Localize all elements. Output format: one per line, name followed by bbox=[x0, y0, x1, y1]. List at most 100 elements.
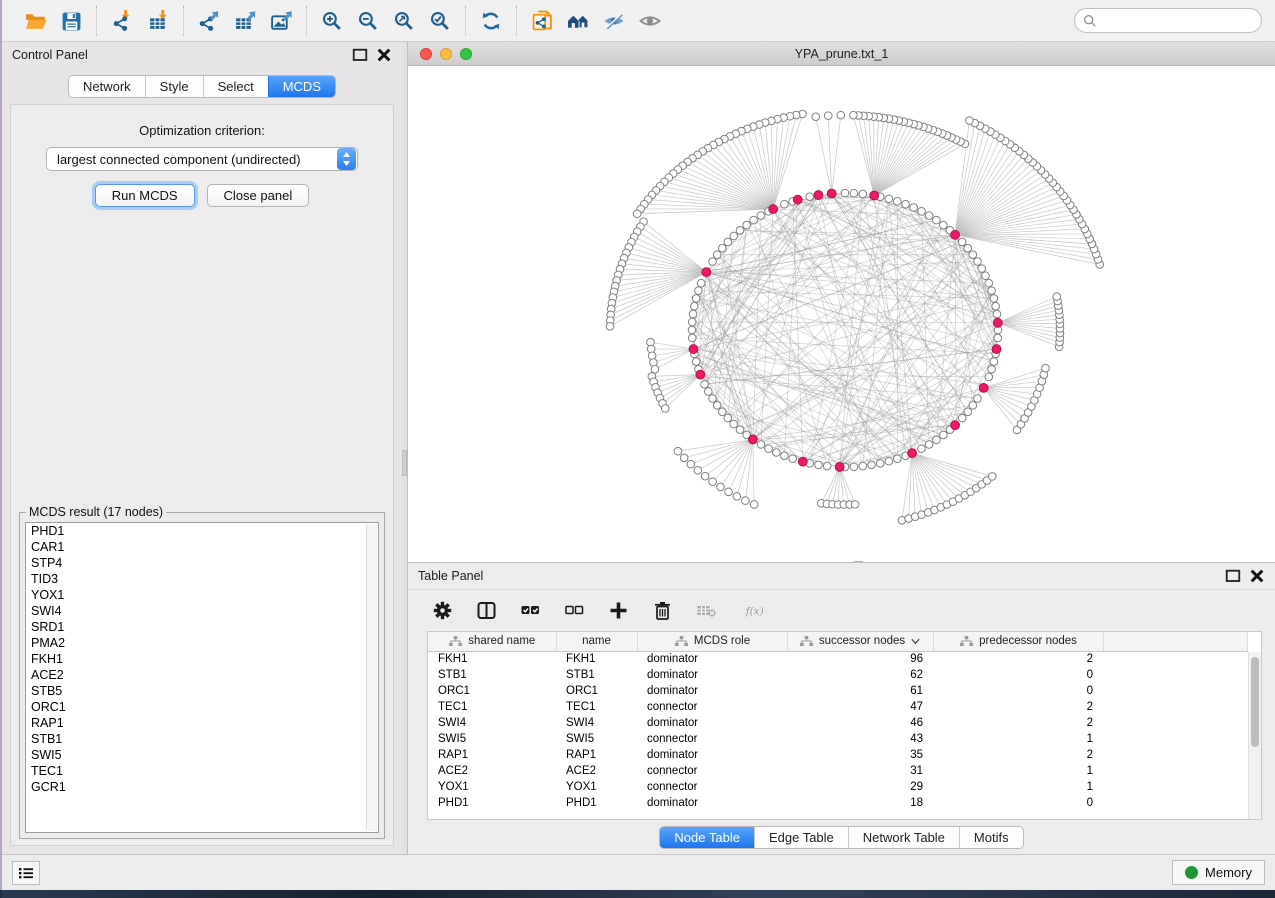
table-row[interactable]: PHD1PHD1dominator180 bbox=[428, 795, 1248, 811]
delete-table-button bbox=[694, 599, 718, 623]
table-row[interactable]: SWI4SWI4dominator462 bbox=[428, 715, 1248, 731]
mcds-node-item[interactable]: FKH1 bbox=[26, 651, 378, 667]
search-box[interactable] bbox=[1074, 8, 1262, 33]
first-neighbors-button[interactable] bbox=[563, 7, 593, 35]
close-panel-button[interactable]: Close panel bbox=[207, 184, 310, 207]
tab-mcds[interactable]: MCDS bbox=[268, 76, 335, 97]
tab-style[interactable]: Style bbox=[145, 76, 203, 97]
network-canvas[interactable] bbox=[408, 66, 1275, 562]
zoom-fit-button[interactable] bbox=[389, 7, 419, 35]
add-icon bbox=[608, 600, 629, 621]
import-table-button[interactable] bbox=[143, 7, 173, 35]
deselect-all-icon bbox=[564, 600, 585, 621]
table-row[interactable]: ORC1ORC1dominator610 bbox=[428, 683, 1248, 699]
memory-button[interactable]: Memory bbox=[1172, 860, 1265, 885]
zoom-selected-button[interactable] bbox=[425, 7, 455, 35]
mcds-node-item[interactable]: CAR1 bbox=[26, 539, 378, 555]
mcds-node-item[interactable]: ACE2 bbox=[26, 667, 378, 683]
deselect-all-button[interactable] bbox=[562, 599, 586, 623]
import-network-button[interactable] bbox=[107, 7, 137, 35]
zoom-in-button[interactable] bbox=[317, 7, 347, 35]
open-folder-button[interactable] bbox=[20, 7, 50, 35]
export-table-icon bbox=[233, 10, 257, 32]
mcds-node-item[interactable]: RAP1 bbox=[26, 715, 378, 731]
table-row[interactable]: TEC1TEC1connector472 bbox=[428, 699, 1248, 715]
hide-selected-icon bbox=[602, 10, 626, 32]
float-panel-icon[interactable] bbox=[352, 48, 368, 62]
column-header-predecessor-nodes[interactable]: predecessor nodes bbox=[933, 632, 1103, 651]
add-button[interactable] bbox=[606, 599, 630, 623]
refresh-icon bbox=[479, 10, 503, 32]
tab-node-table[interactable]: Node Table bbox=[660, 827, 754, 848]
mcds-node-item[interactable]: ORC1 bbox=[26, 699, 378, 715]
mcds-node-item[interactable]: PMA2 bbox=[26, 635, 378, 651]
mcds-node-item[interactable]: TID3 bbox=[26, 571, 378, 587]
network-title: YPA_prune.txt_1 bbox=[408, 47, 1275, 61]
export-image-icon bbox=[269, 10, 293, 32]
show-all-icon bbox=[638, 10, 662, 32]
table-row[interactable]: ACE2ACE2connector311 bbox=[428, 763, 1248, 779]
save-button[interactable] bbox=[56, 7, 86, 35]
table-scrollbar[interactable] bbox=[1248, 652, 1261, 819]
export-table-button[interactable] bbox=[230, 7, 260, 35]
columns-button[interactable] bbox=[474, 599, 498, 623]
network-graph[interactable] bbox=[408, 66, 1275, 562]
tab-network[interactable]: Network bbox=[69, 76, 145, 97]
mcds-node-item[interactable]: STB5 bbox=[26, 683, 378, 699]
mcds-node-item[interactable]: PHD1 bbox=[26, 523, 378, 539]
export-image-button[interactable] bbox=[266, 7, 296, 35]
table-row[interactable]: FKH1FKH1dominator962 bbox=[428, 651, 1248, 667]
memory-status-icon bbox=[1185, 866, 1198, 879]
column-header-shared-name[interactable]: shared name bbox=[428, 632, 556, 651]
table-row[interactable]: RAP1RAP1dominator352 bbox=[428, 747, 1248, 763]
criterion-dropdown[interactable]: largest connected component (undirected) bbox=[46, 147, 358, 171]
table-panel: Table Panel f(x) bbox=[408, 563, 1275, 854]
mcds-node-item[interactable]: GCR1 bbox=[26, 779, 378, 795]
duplicate-network-icon bbox=[530, 10, 554, 32]
control-panel: Control Panel NetworkStyleSelectMCDS Opt… bbox=[2, 42, 402, 854]
duplicate-network-button[interactable] bbox=[527, 7, 557, 35]
select-all-button[interactable] bbox=[518, 599, 542, 623]
table-row[interactable]: YOX1YOX1connector291 bbox=[428, 779, 1248, 795]
tab-motifs[interactable]: Motifs bbox=[959, 827, 1023, 848]
search-input[interactable] bbox=[1102, 14, 1257, 28]
close-panel-icon[interactable] bbox=[376, 48, 392, 62]
zoom-out-button[interactable] bbox=[353, 7, 383, 35]
gear-icon bbox=[432, 600, 453, 621]
mcds-node-item[interactable]: STP4 bbox=[26, 555, 378, 571]
network-titlebar: YPA_prune.txt_1 bbox=[408, 42, 1275, 66]
tab-select[interactable]: Select bbox=[203, 76, 268, 97]
mcds-node-item[interactable]: TEC1 bbox=[26, 763, 378, 779]
mcds-node-item[interactable]: STB1 bbox=[26, 731, 378, 747]
column-header-MCDS-role[interactable]: MCDS role bbox=[637, 632, 787, 651]
tab-network-table[interactable]: Network Table bbox=[848, 827, 959, 848]
close-table-panel-icon[interactable] bbox=[1249, 569, 1265, 583]
export-network-button[interactable] bbox=[194, 7, 224, 35]
zoom-selected-icon bbox=[428, 10, 452, 32]
float-table-panel-icon[interactable] bbox=[1225, 569, 1241, 583]
trash-button[interactable] bbox=[650, 599, 674, 623]
memory-label: Memory bbox=[1205, 865, 1252, 880]
node-table[interactable]: shared namenameMCDS rolesuccessor nodesp… bbox=[427, 631, 1262, 820]
mcds-node-item[interactable]: SRD1 bbox=[26, 619, 378, 635]
column-header-name[interactable]: name bbox=[556, 632, 637, 651]
mcds-node-item[interactable]: YOX1 bbox=[26, 587, 378, 603]
select-all-icon bbox=[520, 600, 541, 621]
mcds-node-item[interactable]: SWI5 bbox=[26, 747, 378, 763]
run-mcds-button[interactable]: Run MCDS bbox=[95, 184, 195, 207]
tab-edge-table[interactable]: Edge Table bbox=[754, 827, 848, 848]
refresh-button[interactable] bbox=[476, 7, 506, 35]
mcds-node-item[interactable]: SWI4 bbox=[26, 603, 378, 619]
mcds-result-list[interactable]: PHD1CAR1STP4TID3YOX1SWI4SRD1PMA2FKH1ACE2… bbox=[25, 522, 379, 833]
table-row[interactable]: STB1STB1dominator620 bbox=[428, 667, 1248, 683]
table-row[interactable]: SWI5SWI5connector431 bbox=[428, 731, 1248, 747]
hide-selected-button[interactable] bbox=[599, 7, 629, 35]
import-network-icon bbox=[110, 10, 134, 32]
task-history-button[interactable] bbox=[12, 861, 40, 885]
control-panel-title: Control Panel bbox=[12, 48, 88, 62]
mcds-list-scrollbar[interactable] bbox=[366, 524, 377, 831]
column-header-successor-nodes[interactable]: successor nodes bbox=[787, 632, 933, 651]
gear-button[interactable] bbox=[430, 599, 454, 623]
open-folder-icon bbox=[23, 10, 47, 32]
show-all-button[interactable] bbox=[635, 7, 665, 35]
